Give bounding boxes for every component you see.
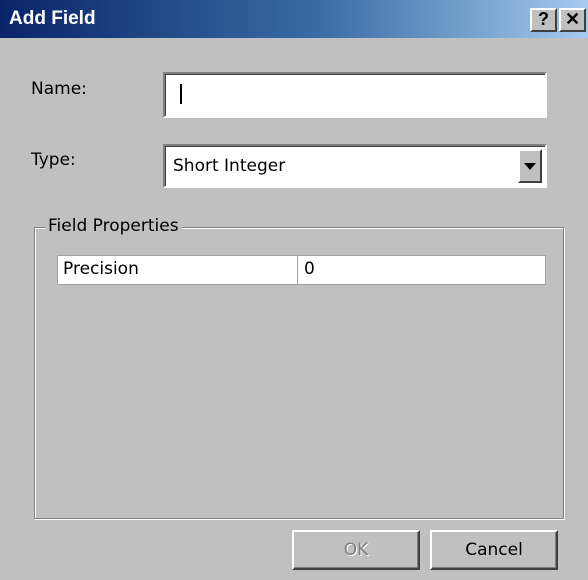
text-caret xyxy=(180,84,182,104)
question-mark-icon: ? xyxy=(538,9,549,29)
ok-button[interactable]: OK xyxy=(292,530,420,570)
dropdown-button[interactable] xyxy=(518,149,542,183)
property-row[interactable]: Precision 0 xyxy=(57,255,546,285)
help-button[interactable]: ? xyxy=(530,8,557,32)
name-label: Name: xyxy=(31,79,87,99)
property-name-cell: Precision xyxy=(58,256,298,284)
property-value-cell[interactable]: 0 xyxy=(298,256,545,284)
chevron-down-icon xyxy=(524,163,536,170)
type-dropdown[interactable]: Short Integer xyxy=(163,144,547,188)
add-field-dialog: Add Field ? ✕ Name: Type: Short Integer … xyxy=(0,0,588,580)
window-title: Add Field xyxy=(9,8,96,29)
name-field[interactable] xyxy=(163,72,547,118)
field-properties-title: Field Properties xyxy=(45,216,182,236)
type-dropdown-value: Short Integer xyxy=(173,156,286,176)
cancel-button[interactable]: Cancel xyxy=(430,530,558,570)
close-icon: ✕ xyxy=(564,9,581,29)
type-label: Type: xyxy=(31,150,76,170)
title-bar[interactable]: Add Field ? ✕ xyxy=(0,0,588,38)
close-button[interactable]: ✕ xyxy=(559,8,586,32)
